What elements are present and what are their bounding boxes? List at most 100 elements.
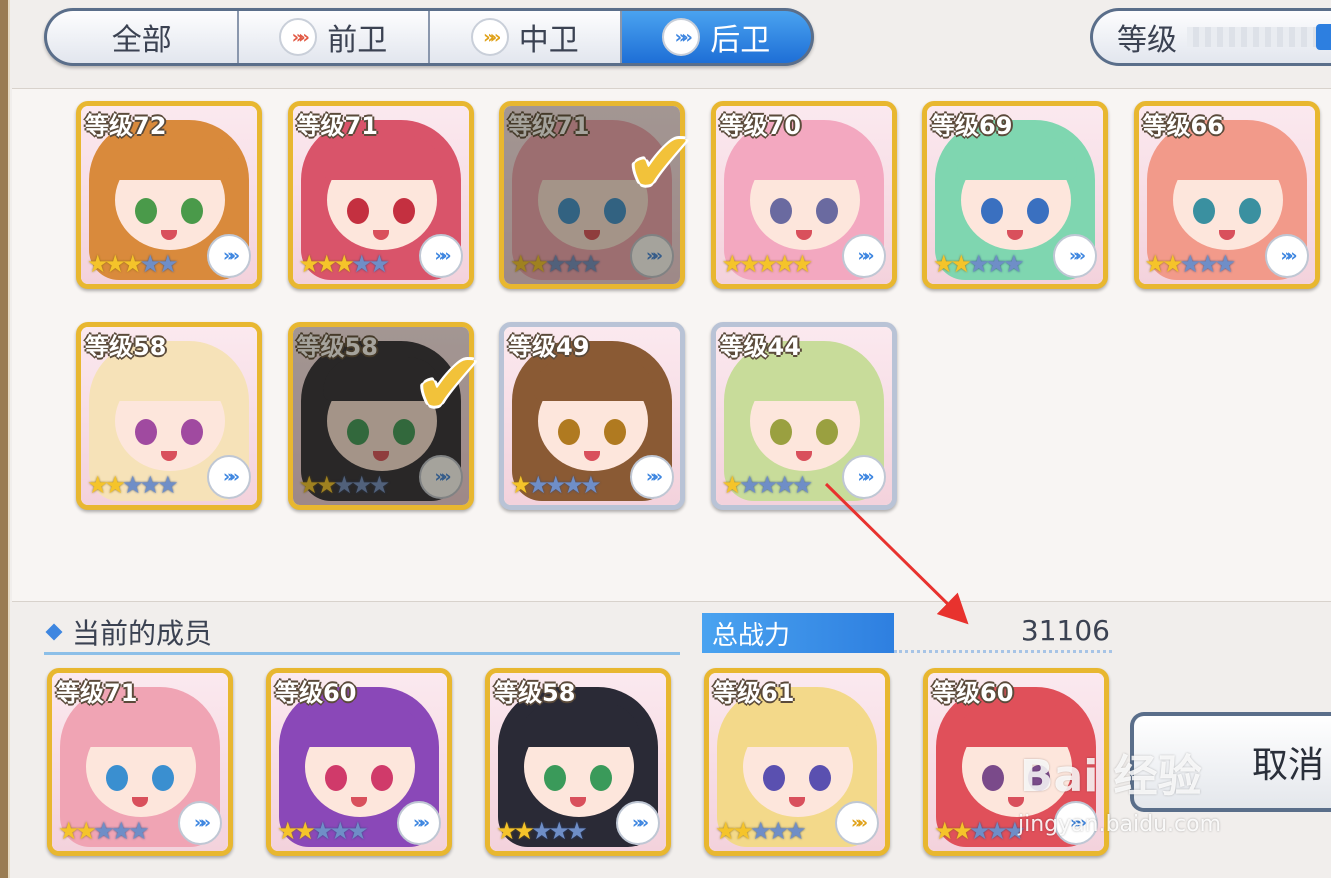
star-icon: ★	[510, 471, 531, 499]
star-icon: ★	[157, 250, 178, 278]
selected-check-icon: ✔	[413, 335, 484, 433]
star-icon: ★	[75, 817, 97, 845]
star-rating: ★★★★★	[721, 250, 813, 278]
star-icon: ★	[545, 471, 566, 499]
star-rating: ★★★★★	[722, 471, 813, 499]
star-icon: ★	[527, 250, 549, 278]
star-icon: ★	[950, 250, 972, 278]
star-icon: ★	[785, 817, 806, 845]
star-icon: ★	[545, 250, 566, 278]
total-power-label: 总战力	[702, 613, 894, 653]
star-icon: ★	[739, 471, 760, 499]
back-role-icon: »»	[841, 455, 886, 499]
character-card[interactable]: 等级49 ★★★★★»»	[499, 322, 685, 510]
level-label: 等级71	[296, 112, 378, 140]
member-card[interactable]: 等级58 ★★★★★»»	[485, 668, 671, 856]
star-icon: ★	[329, 817, 351, 845]
star-icon: ★	[933, 250, 954, 278]
watermark-logo: Bai 经验	[1020, 751, 1202, 802]
star-icon: ★	[791, 471, 813, 499]
star-icon: ★	[548, 817, 570, 845]
back-role-icon: »»	[397, 801, 441, 845]
star-icon: ★	[562, 471, 584, 499]
star-icon: ★	[316, 471, 337, 499]
star-icon: ★	[969, 817, 990, 845]
back-role-icon: »»	[841, 234, 886, 278]
selected-check-icon: ✔	[625, 114, 696, 212]
back-role-icon: »»	[630, 234, 674, 278]
role-filter-tabs: 全部 »» 前卫 »» 中卫 »» 后卫	[44, 8, 814, 66]
character-card[interactable]: 等级58 ★★★★★»»	[76, 322, 262, 510]
star-icon: ★	[562, 250, 584, 278]
member-card[interactable]: 等级71 ★★★★★»»	[47, 668, 233, 856]
sort-dropdown[interactable]: 等级	[1090, 8, 1331, 66]
character-card[interactable]: 等级71 ★★★★★»»	[287, 101, 474, 289]
level-label: 等级58	[296, 333, 378, 361]
star-rating: ★★★★★	[87, 471, 178, 499]
star-icon: ★	[732, 817, 754, 845]
level-label: 等级60	[932, 679, 1014, 707]
star-icon: ★	[87, 250, 108, 278]
star-icon: ★	[139, 250, 161, 278]
tab-front[interactable]: »» 前卫	[238, 11, 430, 63]
star-rating: ★★★★★	[298, 250, 390, 278]
star-icon: ★	[580, 471, 601, 499]
star-icon: ★	[347, 817, 368, 845]
tab-mid[interactable]: »» 中卫	[430, 11, 622, 63]
star-icon: ★	[1179, 250, 1201, 278]
star-icon: ★	[968, 250, 989, 278]
sort-order-icon[interactable]	[1316, 24, 1331, 50]
character-card[interactable]: 等级72 ★★★★★»»	[76, 101, 262, 289]
character-card[interactable]: 等级70 ★★★★★»»	[710, 101, 897, 289]
star-icon: ★	[750, 817, 771, 845]
star-icon: ★	[513, 817, 535, 845]
member-card[interactable]: 等级60 ★★★★★»»	[266, 668, 452, 856]
watermark-url: jingyan.baidu.com	[1018, 812, 1222, 837]
star-icon: ★	[1214, 250, 1236, 278]
character-card[interactable]: 等级44 ★★★★★»»	[710, 322, 897, 510]
members-title: 当前的成员	[72, 617, 213, 650]
star-icon: ★	[1162, 250, 1183, 278]
level-label: 等级72	[85, 112, 167, 140]
star-icon: ★	[527, 471, 549, 499]
star-icon: ★	[566, 817, 587, 845]
star-icon: ★	[87, 471, 108, 499]
back-role-icon: »»	[630, 455, 674, 499]
back-role-icon: »»	[616, 801, 660, 845]
star-icon: ★	[298, 250, 320, 278]
star-icon: ★	[93, 817, 114, 845]
diamond-icon	[45, 623, 63, 641]
star-icon: ★	[951, 817, 973, 845]
tab-all[interactable]: 全部	[47, 11, 239, 63]
star-rating: ★★★★★	[510, 471, 601, 499]
level-label: 等级58	[494, 679, 576, 707]
star-rating: ★★★★★	[934, 817, 1025, 845]
star-icon: ★	[739, 250, 760, 278]
back-role-icon: »»	[1053, 234, 1097, 278]
star-icon: ★	[368, 471, 390, 499]
star-icon: ★	[298, 471, 320, 499]
star-icon: ★	[122, 471, 143, 499]
character-card[interactable]: 等级66 ★★★★★»»	[1133, 101, 1320, 289]
level-label: 等级61	[713, 679, 795, 707]
star-rating: ★★★★★	[298, 471, 390, 499]
level-label: 等级66	[1142, 112, 1224, 140]
star-icon: ★	[110, 817, 132, 845]
star-rating: ★★★★★	[87, 250, 178, 278]
star-icon: ★	[277, 817, 298, 845]
tab-back[interactable]: »» 后卫	[621, 11, 811, 63]
star-icon: ★	[721, 250, 743, 278]
star-icon: ★	[128, 817, 149, 845]
star-icon: ★	[715, 817, 736, 845]
star-icon: ★	[756, 250, 778, 278]
power-divider	[894, 650, 1112, 653]
star-icon: ★	[316, 250, 337, 278]
star-icon: ★	[368, 250, 390, 278]
tab-label: 全部	[111, 23, 172, 58]
star-icon: ★	[122, 250, 143, 278]
character-card[interactable]: 等级69 ★★★★★»»	[922, 101, 1108, 289]
level-label: 等级71	[56, 679, 138, 707]
member-card[interactable]: 等级61 ★★★★★»»	[704, 668, 890, 856]
window-frame	[0, 0, 10, 878]
members-section-title: 当前的成员	[45, 612, 213, 652]
